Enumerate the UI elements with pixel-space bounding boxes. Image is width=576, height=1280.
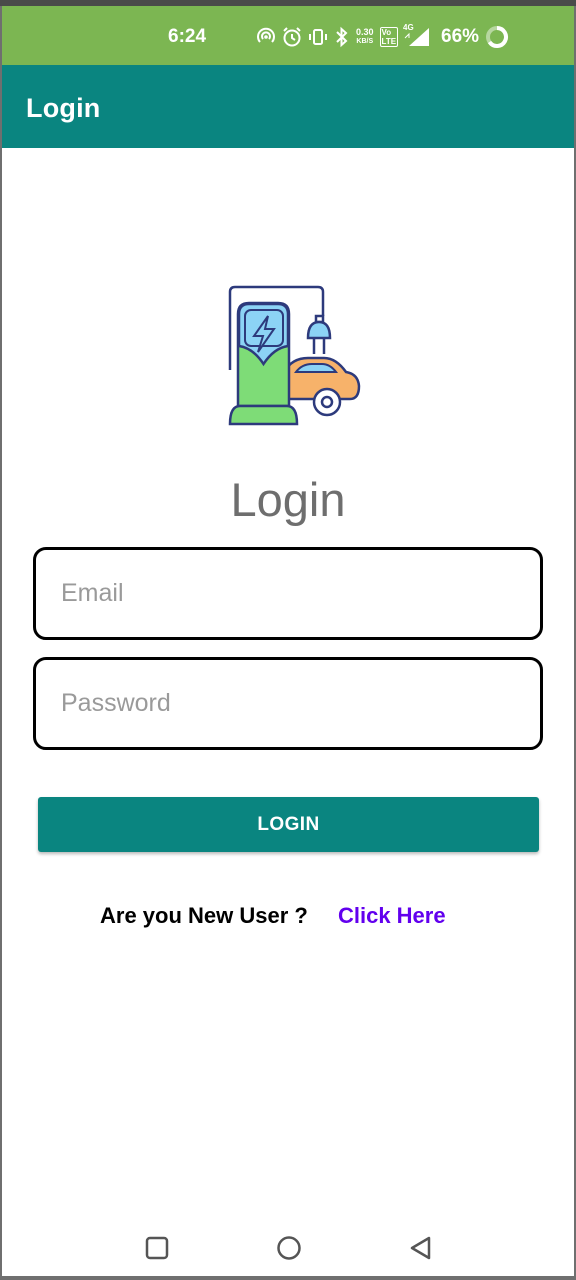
battery-percent: 66% — [441, 26, 480, 47]
system-nav-bar — [2, 1221, 574, 1276]
signup-link[interactable]: Click Here — [338, 903, 446, 928]
alarm-icon — [282, 26, 302, 48]
circle-icon — [277, 1236, 301, 1260]
battery-ring-icon — [485, 25, 509, 49]
new-user-prompt: Are you New User ? — [100, 903, 308, 928]
login-heading: Login — [230, 473, 346, 526]
status-time: 6:24 — [168, 26, 207, 47]
hotspot-icon — [256, 27, 276, 47]
network-speed-value: 0.30 — [356, 27, 374, 37]
login-button[interactable]: LOGIN — [38, 797, 539, 852]
signal-icon: 4G — [403, 23, 431, 48]
network-type-label: 4G — [403, 23, 414, 32]
network-speed: 0.30 KB/S — [356, 28, 374, 46]
screen-bottom-edge — [0, 1276, 576, 1280]
password-input[interactable] — [61, 660, 516, 747]
status-bar: 6:24 0.30 KB/S Vo LTE 4G 66% — [2, 6, 574, 65]
recents-button[interactable] — [142, 1233, 172, 1263]
email-input[interactable] — [61, 550, 516, 637]
network-speed-unit: KB/S — [356, 38, 374, 45]
status-icons: 0.30 KB/S Vo LTE 4G 66% — [256, 23, 509, 50]
app-bar-title: Login — [26, 93, 101, 123]
vibrate-icon — [308, 27, 328, 47]
email-field-box — [33, 547, 543, 640]
volte-badge: Vo LTE — [379, 27, 399, 47]
home-button[interactable] — [274, 1233, 304, 1263]
app-bar: Login — [2, 65, 574, 148]
signup-row: Are you New User ? Click Here — [100, 903, 446, 933]
password-field-box — [33, 657, 543, 750]
volte-top: Vo — [381, 28, 392, 37]
back-button[interactable] — [406, 1233, 436, 1263]
bluetooth-icon — [334, 26, 350, 48]
ev-charging-station-car-icon — [212, 278, 362, 426]
square-icon — [145, 1236, 169, 1260]
triangle-back-icon — [410, 1236, 431, 1260]
app-screen: 6:24 0.30 KB/S Vo LTE 4G 66% Login Login… — [2, 6, 574, 1276]
volte-bottom: LTE — [381, 37, 397, 46]
